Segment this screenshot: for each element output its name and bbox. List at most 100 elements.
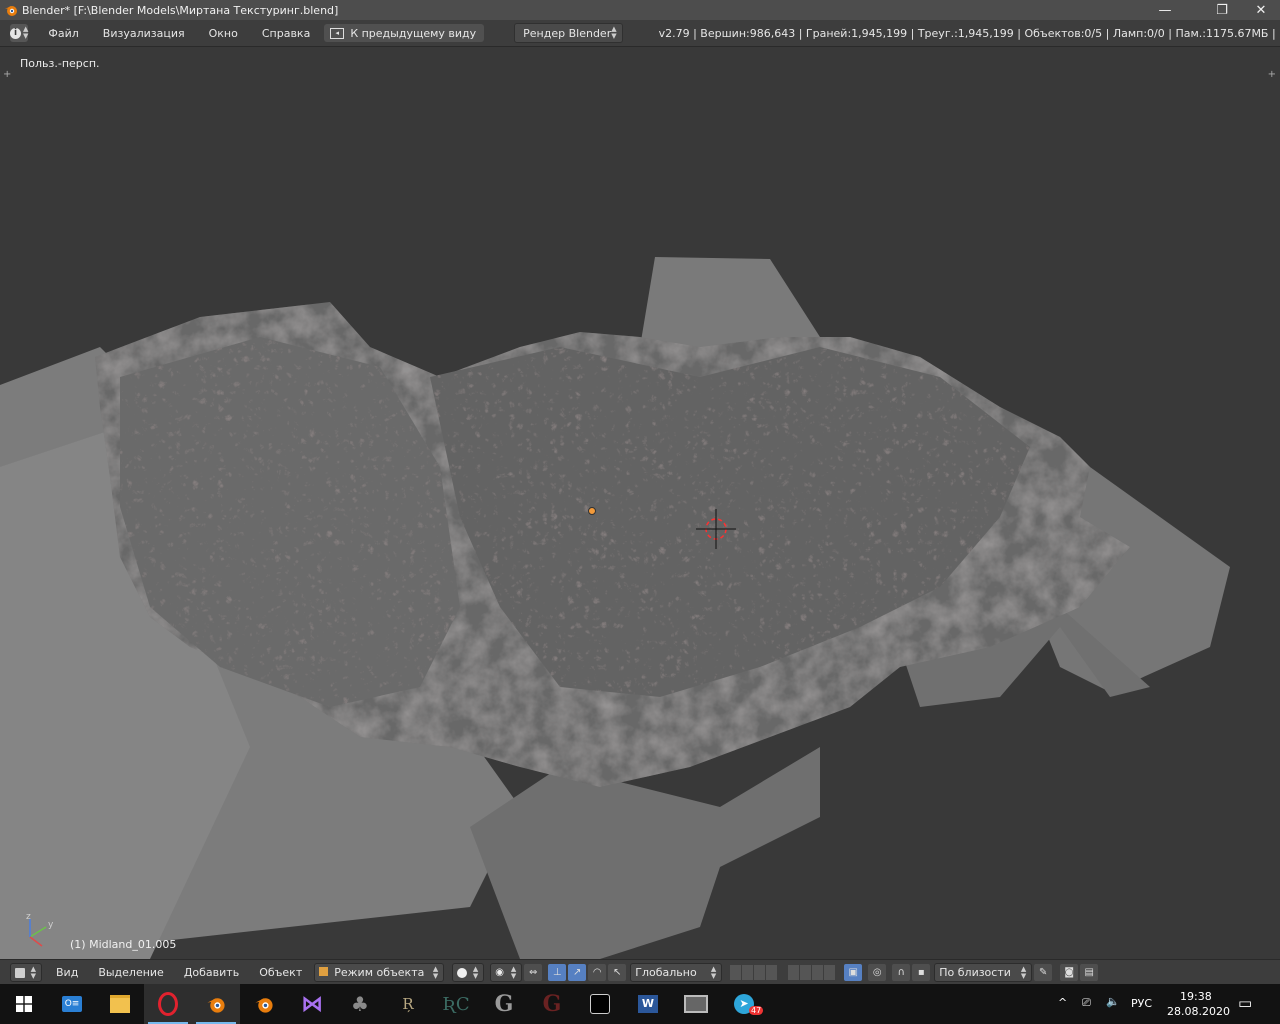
menu-add[interactable]: Добавить [174,966,249,979]
menu-window[interactable]: Окно [197,27,250,40]
move-manipulator-icon[interactable]: ↗ [568,964,587,981]
taskbar-monitor[interactable] [672,984,720,1024]
snap-target-value: По близости [939,966,1011,979]
blender-icon [207,998,225,1013]
transform-orientation-value: Глобально [635,966,697,979]
layers-group-1[interactable] [730,965,779,980]
back-to-previous-label: К предыдущему виду [350,26,477,40]
rotate-manipulator-icon[interactable]: ◠ [588,964,607,981]
render-animation-icon[interactable]: ▤ [1080,964,1099,981]
taskbar-rc-app[interactable]: ƦC [432,984,480,1024]
taskbar-telegram[interactable]: ➤ 47 [720,984,768,1024]
3d-viewport[interactable]: + + Польз.-персп. y z (1) Midland_01.005 [0,47,1280,959]
updown-arrows-icon: ▲ ▼ [510,964,517,980]
render-image-icon[interactable]: ◙ [1060,964,1079,981]
gothic-icon: G [494,991,514,1017]
updown-arrows-icon: ▲ ▼ [710,964,717,980]
telegram-badge: 47 [749,1006,764,1015]
render-engine-value: Рендер Blender [523,26,612,40]
info-header: i ▲ ▼ Файл Визуализация Окно Справка ◂ К … [0,20,1280,47]
info-icon: i [10,27,21,39]
pivot-point-select[interactable]: ◉ ▲ ▼ [490,963,523,982]
minimize-button[interactable]: — [1142,0,1188,20]
menu-file[interactable]: Файл [36,27,90,40]
word-icon: W [638,995,658,1013]
render-engine-select[interactable]: Рендер Blender ▲ ▼ [514,23,623,43]
back-to-previous-button[interactable]: ◂ К предыдущему виду [324,24,485,42]
cube-icon [15,967,25,978]
input-language[interactable]: РУС [1131,997,1152,1010]
shading-select[interactable]: ▲ ▼ [452,963,485,982]
manipulator-toggle-icon[interactable]: ⇔ [524,964,543,981]
taskbar-opera[interactable] [144,984,192,1024]
windows-logo-icon [16,996,32,1012]
updown-arrows-icon: ▲ ▼ [30,964,36,980]
updown-arrows-icon: ▲ ▼ [23,25,29,40]
taskbar-gothic[interactable]: G [480,984,528,1024]
solid-shading-icon [457,967,468,978]
axis-gizmo-icon: y z [26,913,54,947]
back-screen-icon: ◂ [330,27,345,39]
menu-select[interactable]: Выделение [88,966,174,979]
menu-help[interactable]: Справка [250,27,322,40]
menu-view[interactable]: Вид [42,966,88,979]
view-label: Польз.-персп. [20,57,100,70]
tray-chevron-icon[interactable]: ^ [1058,996,1067,1009]
editor-type-button[interactable]: i ▲ ▼ [10,24,29,42]
interaction-mode-select[interactable]: Режим объекта ▲ ▼ [314,963,445,982]
taskbar-explorer[interactable] [96,984,144,1024]
active-object-label: (1) Midland_01.005 [70,938,177,951]
taskbar-outlook[interactable]: O≡ [48,984,96,1024]
updown-arrows-icon: ▲ ▼ [611,25,617,40]
pivot-icon: ◉ [495,967,504,978]
toolshelf-expand-icon[interactable]: + [3,69,11,80]
taskbar-rb-app[interactable]: Ŗ [384,984,432,1024]
clock-time[interactable]: 19:38 [1180,990,1212,1003]
properties-expand-icon[interactable]: + [1268,69,1276,80]
snap-magnet-icon[interactable]: ∩ [892,964,911,981]
svg-text:z: z [26,913,31,922]
opera-icon [158,992,178,1016]
tree-icon: ♣ [351,992,369,1016]
window-title: Blender* [F:\Blender Models\Миртана Текс… [22,3,339,17]
scale-manipulator-icon[interactable]: ↖ [608,964,627,981]
snap-element-icon[interactable]: ▪ [912,964,931,981]
taskbar-blender-active[interactable] [192,984,240,1024]
notifications-icon[interactable]: ▭ [1238,994,1252,1012]
lock-layers-icon[interactable]: ▣ [844,964,863,981]
taskbar-tree-app[interactable]: ♣ [336,984,384,1024]
volume-icon[interactable]: 🔈 [1106,995,1120,1008]
windows-taskbar: O≡ ⋈ ♣ Ŗ ƦC G G W ➤ 47 ^ ⎚ 🔈 РУС 19:38 2… [0,984,1280,1024]
start-button[interactable] [0,984,48,1024]
taskbar-blender[interactable] [240,984,288,1024]
close-button[interactable]: ✕ [1238,0,1280,20]
outlook-icon: O≡ [62,996,82,1012]
object-origin-icon [588,507,596,515]
transform-orientation-select[interactable]: Глобально ▲ ▼ [630,963,723,982]
network-icon[interactable]: ⎚ [1082,996,1091,1010]
visual-studio-icon: ⋈ [301,991,323,1017]
taskbar-word[interactable]: W [624,984,672,1024]
interaction-mode-value: Режим объекта [334,966,425,979]
menu-render[interactable]: Визуализация [91,27,197,40]
svg-text:y: y [48,920,54,930]
editor-type-select[interactable]: ▲ ▼ [10,963,42,982]
menu-object[interactable]: Объект [249,966,312,979]
snap-target-select[interactable]: По близости ▲ ▼ [934,963,1033,982]
taskbar-black-app[interactable] [576,984,624,1024]
taskbar-visual-studio[interactable]: ⋈ [288,984,336,1024]
updown-arrows-icon: ▲ ▼ [472,964,479,980]
blender-logo-icon [5,6,17,16]
updown-arrows-icon: ▲ ▼ [432,964,439,980]
title-bar: Blender* [F:\Blender Models\Миртана Текс… [0,0,1280,20]
opengl-render-icon[interactable]: ✎ [1034,964,1053,981]
clock-date[interactable]: 28.08.2020 [1167,1005,1230,1018]
scene-stats: v2.79 | Вершин:986,643 | Граней:1,945,19… [658,26,1280,40]
monitor-icon [684,995,708,1013]
taskbar-gothic-red[interactable]: G [528,984,576,1024]
blender-icon [255,998,273,1013]
object-mode-icon [319,967,329,976]
translate-manipulator-icon[interactable]: ⊥ [548,964,567,981]
layers-group-2[interactable] [788,965,837,980]
proportional-edit-icon[interactable]: ◎ [868,964,887,981]
